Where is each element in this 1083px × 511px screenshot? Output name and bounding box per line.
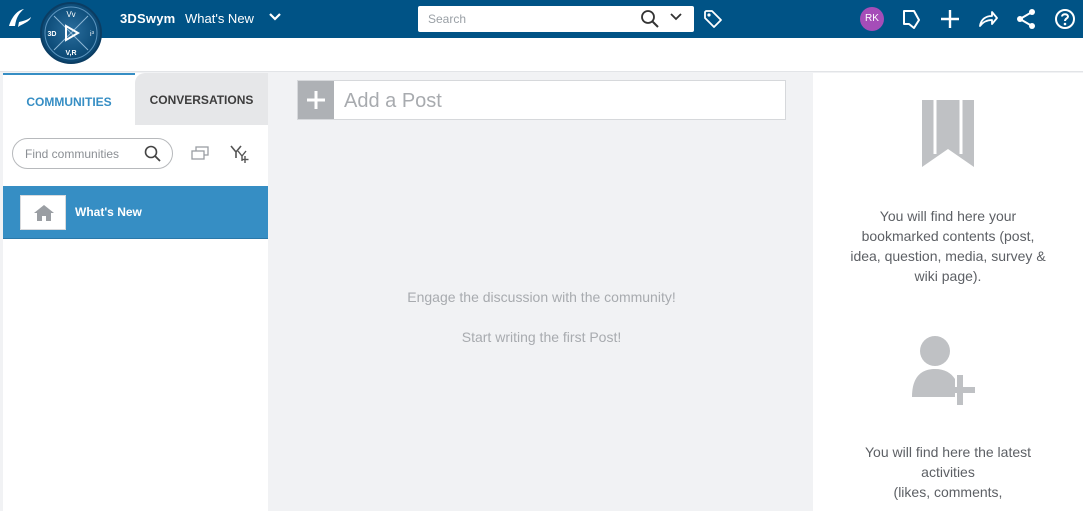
- sub-bar: [0, 38, 1083, 72]
- compass-left-label: 3D: [48, 31, 57, 38]
- empty-state-line-2: Start writing the first Post!: [461, 329, 622, 345]
- add-post-bar[interactable]: Add a Post: [297, 80, 786, 120]
- empty-state-line-1: Engage the discussion with the community…: [407, 289, 676, 305]
- chevron-down-icon[interactable]: [268, 12, 282, 22]
- plus-icon[interactable]: [939, 8, 961, 30]
- social-icon[interactable]: [900, 8, 922, 30]
- community-item-whats-new[interactable]: What's New: [3, 186, 268, 239]
- home-icon: [34, 205, 54, 221]
- tag-icon[interactable]: [703, 9, 723, 29]
- bookmarks-info: You will find here your bookmarked conte…: [833, 206, 1063, 286]
- bookmarks-info-line: You will find here your: [879, 208, 1017, 224]
- activities-info: You will find here the latest activities…: [833, 442, 1063, 502]
- activities-info-line: (likes, comments,: [893, 484, 1003, 500]
- create-community-icon[interactable]: [229, 144, 251, 164]
- activities-info-line: activities: [921, 464, 975, 480]
- search-input[interactable]: [418, 6, 638, 32]
- bookmark-icon: [922, 100, 974, 167]
- top-bar: 3DSwym What's New RK: [0, 0, 1083, 38]
- bookmarks-info-line: wiki page).: [914, 268, 982, 284]
- compass-top-label: Vv: [66, 10, 75, 19]
- compass-right-label: i³: [90, 31, 95, 38]
- find-communities-input[interactable]: [25, 145, 140, 163]
- search-icon[interactable]: [640, 9, 660, 29]
- communities-panel: COMMUNITIES CONVERSATIONS What's New: [3, 73, 268, 511]
- help-icon[interactable]: [1054, 8, 1076, 30]
- add-user-icon: [912, 336, 975, 405]
- app-context[interactable]: What's New: [185, 11, 254, 26]
- bookmarks-info-line: bookmarked contents (post,: [861, 228, 1035, 244]
- search-options-chevron-icon[interactable]: [670, 13, 682, 21]
- tab-communities[interactable]: COMMUNITIES: [3, 73, 135, 125]
- compass-icon[interactable]: Vv 3D i³ V,R: [40, 2, 102, 64]
- activities-info-line: You will find here the latest: [864, 444, 1032, 460]
- add-post-button[interactable]: [298, 81, 334, 119]
- conversation-icon[interactable]: [191, 146, 209, 162]
- app-name: 3DSwym: [120, 11, 176, 26]
- plus-icon: [307, 91, 325, 109]
- community-thumbnail: [20, 195, 66, 230]
- find-communities-box: [12, 138, 173, 169]
- compass-bottom-label: V,R: [65, 50, 76, 57]
- ds-logo-icon[interactable]: [6, 6, 34, 32]
- search-icon[interactable]: [144, 145, 162, 163]
- community-item-label: What's New: [75, 205, 142, 219]
- share-icon[interactable]: [977, 8, 999, 30]
- user-avatar[interactable]: RK: [860, 7, 884, 31]
- add-post-label: Add a Post: [344, 90, 442, 112]
- tab-conversations[interactable]: CONVERSATIONS: [135, 73, 268, 125]
- network-icon[interactable]: [1015, 8, 1037, 30]
- right-panel: You will find here your bookmarked conte…: [813, 73, 1083, 511]
- bookmarks-info-line: idea, question, media, survey &: [850, 248, 1046, 264]
